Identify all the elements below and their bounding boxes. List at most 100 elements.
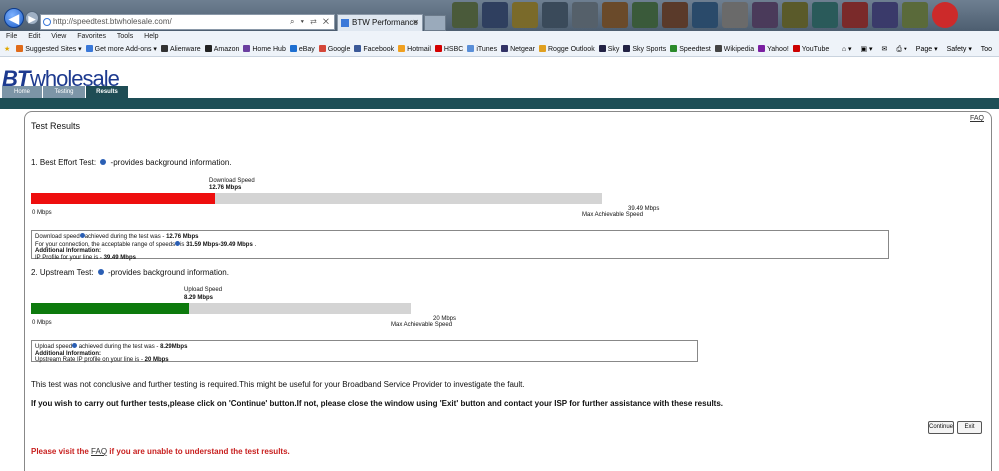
upload-result-value: 8.29Mbps [160,344,188,350]
menu-view[interactable]: View [51,33,66,40]
upstream-profile-value: 20 Mbps [144,357,169,363]
outlook-icon [539,45,546,52]
favorite-item[interactable]: Rogge Outlook [539,42,595,56]
favorite-item[interactable]: Google [318,42,351,56]
taskbar-app-icon[interactable] [662,2,688,28]
favorite-item[interactable]: iTunes [467,42,497,56]
favorite-item[interactable]: Hotmail [398,42,431,56]
favorite-item[interactable]: Alienware [160,42,201,56]
visit-suffix: if you are unable to understand the test… [107,447,290,456]
taskbar-app-icon[interactable] [482,2,508,28]
menu-tools[interactable]: Tools [117,33,133,40]
taskbar-app-icon[interactable] [602,2,628,28]
menu-edit[interactable]: Edit [28,33,40,40]
forward-arrow-icon[interactable]: ▶ [25,11,39,25]
command-bar: ⌂ ▾ ▣ ▾ ✉ ⎙ ▾ Page ▾ Safety ▾ Too [835,42,999,56]
hsbc-icon [434,45,442,52]
faq-link[interactable]: FAQ [970,115,984,122]
info-text: Upstream Rate IP profile on your line is… [35,357,145,363]
back-arrow-icon[interactable]: ◀ [4,8,24,28]
favorite-label: Facebook [363,46,395,53]
menu-tools-cmd[interactable]: Too [981,46,992,53]
download-speed-value: 12.76 Mbps [209,185,242,191]
favorite-item[interactable]: Home Hub [243,42,286,56]
tab-favicon-icon [341,19,349,27]
address-tools-icon[interactable]: ⌕ ▾ ⇄ ✕ [290,15,331,29]
sky-sports-icon [623,45,631,52]
taskbar-app-icon[interactable] [542,2,568,28]
favorite-item[interactable]: Amazon [204,42,239,56]
favorite-label: Home Hub [252,46,286,53]
favorite-item[interactable]: YouTube [792,42,829,56]
menu-help[interactable]: Help [144,33,158,40]
favorite-item[interactable]: Sky Sports [623,42,666,56]
taskbar-app-icon[interactable] [512,2,538,28]
print-icon[interactable]: ⎙ ▾ [896,46,907,53]
favorite-item[interactable]: Facebook [354,42,395,56]
browser-titlebar: ◀ ▶ http://speedtest.btwholesale.com/ ⌕ … [0,0,999,43]
download-result-value: 12.76 Mbps [166,234,199,240]
browser-tab[interactable]: BTW Performance Test ✕ [337,14,423,43]
favorites-star-icon[interactable]: ★ [4,42,10,56]
taskbar-app-icon[interactable] [842,2,868,28]
taskbar-app-icon[interactable] [452,2,478,28]
faq-bottom-link[interactable]: FAQ [91,447,107,456]
tab-close-icon[interactable]: ✕ [412,15,419,31]
rss-icon[interactable]: ▣ ▾ [860,46,872,53]
tab-home[interactable]: Home [2,86,42,98]
exit-button[interactable]: Exit [957,421,982,434]
info-icon[interactable] [100,159,107,165]
download-min-label: 0 Mbps [32,210,52,216]
favorite-label: Rogge Outlook [548,46,595,53]
tab-results[interactable]: Results [86,86,128,98]
favorite-label: HSBC [443,46,464,53]
favorite-label: Alienware [169,46,201,53]
favorite-label: Google [327,46,351,53]
favorite-item[interactable]: Suggested Sites ▾ [16,42,82,56]
favorite-label: Suggested Sites ▾ [25,46,82,53]
favorite-item[interactable]: Netgear [501,42,535,56]
page-title: Test Results [31,121,81,131]
menu-favorites[interactable]: Favorites [77,33,106,40]
conclusion-text: This test was not conclusive and further… [31,380,525,389]
google-icon [318,45,326,52]
mail-icon[interactable]: ✉ [882,46,888,53]
menu-safety[interactable]: Safety ▾ [947,46,972,53]
taskbar-app-icon[interactable] [782,2,808,28]
favorite-item[interactable]: Sky [598,42,619,56]
taskbar-app-icon[interactable] [572,2,598,28]
new-tab-button[interactable] [424,15,446,31]
home-hub-icon [243,45,251,52]
address-bar[interactable]: http://speedtest.btwholesale.com/ ⌕ ▾ ⇄ … [40,14,335,30]
favorite-item[interactable]: Speedtest [670,42,711,56]
taskbar-app-icon[interactable] [632,2,658,28]
upload-speed-bar [31,303,411,314]
taskbar-app-icon[interactable] [812,2,838,28]
download-speed-label: Download Speed [209,178,255,184]
taskbar-app-icon[interactable] [932,2,958,28]
info-icon[interactable] [97,269,104,275]
taskbar-app-icon[interactable] [902,2,928,28]
site-tabs: Home Testing Results [0,86,999,98]
taskbar-app-icon[interactable] [722,2,748,28]
taskbar-app-icon[interactable] [692,2,718,28]
site-header: BT wholesale [0,57,999,91]
favorite-label: Get more Add-ons ▾ [94,46,157,53]
info-line: IP Profile for your line is - 39.49 Mbps [35,255,885,262]
best-effort-title: 1. Best Effort Test: [31,158,97,167]
favorite-label: eBay [298,46,315,53]
continue-button[interactable]: Continue [928,421,954,434]
favorite-item[interactable]: Yahoo! [758,42,789,56]
menu-page[interactable]: Page ▾ [916,46,938,53]
taskbar-app-icon[interactable] [872,2,898,28]
menu-file[interactable]: File [6,33,17,40]
instruction-text: If you wish to carry out further tests,p… [31,399,724,408]
taskbar-app-icon[interactable] [752,2,778,28]
info-line: Upstream Rate IP profile on your line is… [35,357,694,364]
tab-testing[interactable]: Testing [43,86,85,98]
favorite-item[interactable]: Wikipedia [714,42,754,56]
favorite-item[interactable]: Get more Add-ons ▾ [85,42,157,56]
favorite-item[interactable]: eBay [289,42,315,56]
favorite-item[interactable]: HSBC [434,42,464,56]
home-icon[interactable]: ⌂ ▾ [842,46,852,53]
